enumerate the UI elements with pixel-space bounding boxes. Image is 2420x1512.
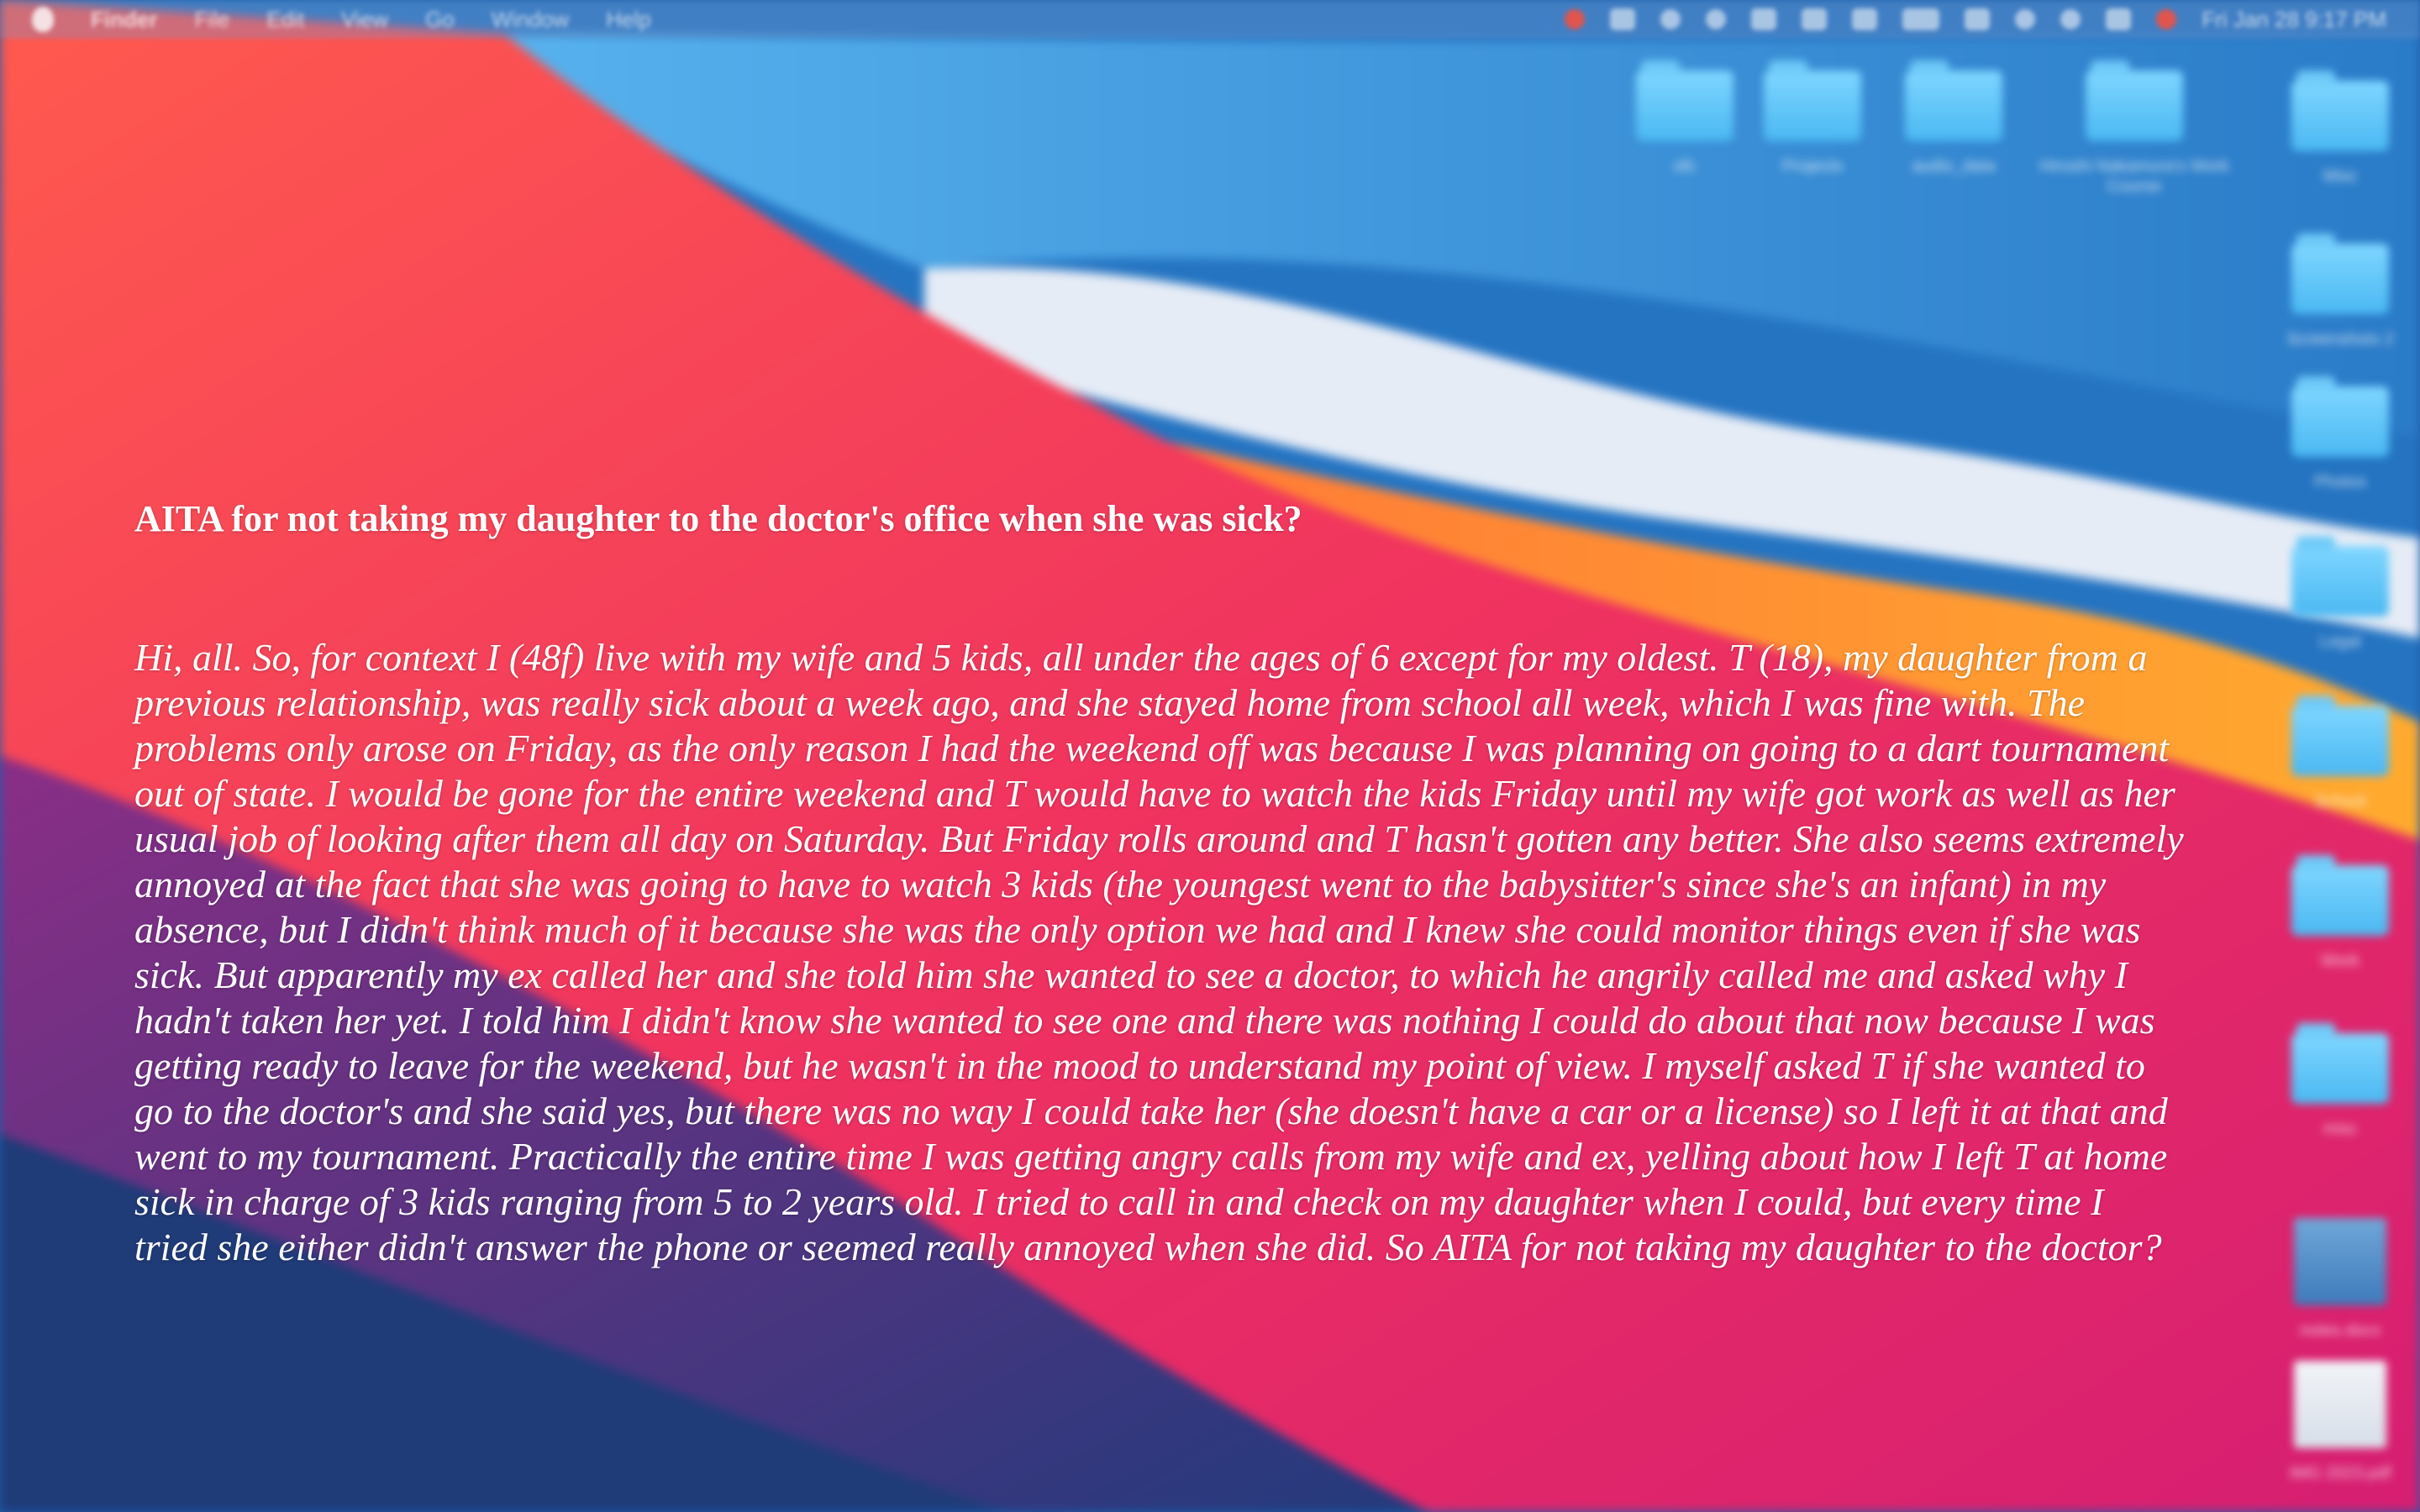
post-content: AITA for not taking my daughter to the d… [134, 496, 2185, 1270]
volume-icon[interactable] [1802, 8, 1828, 30]
folder-icon [2291, 376, 2389, 457]
menu-bar-left: Finder File Edit View Go Window Help [0, 7, 651, 33]
folder-icon [2291, 696, 2389, 776]
sync-status-icon[interactable] [1660, 9, 1681, 29]
menu-clock[interactable]: Fri Jan 28 9:17 PM [2202, 7, 2386, 33]
desktop-document[interactable]: IMG 2023.pdf [2269, 1361, 2412, 1483]
menu-bar-status: Fri Jan 28 9:17 PM [1565, 7, 2420, 33]
folder-icon [2291, 536, 2389, 617]
apple-icon[interactable] [32, 7, 54, 32]
app-status-icon[interactable] [1610, 8, 1636, 30]
desktop-folder[interactable]: Misc [2269, 71, 2412, 186]
clock-status-icon[interactable] [2015, 9, 2036, 29]
desktop-folder[interactable]: Work [2269, 855, 2412, 971]
menu-help[interactable]: Help [606, 7, 650, 33]
menu-edit[interactable]: Edit [266, 7, 304, 33]
bluetooth-icon[interactable] [1852, 8, 1878, 30]
document-icon [2294, 1361, 2386, 1448]
desktop-icon-label: Misc [2323, 167, 2358, 186]
desktop-icon-label: notes.docx [2299, 1321, 2381, 1340]
folder-icon [2291, 71, 2389, 151]
menu-go[interactable]: Go [425, 7, 455, 33]
desktop-icon-label: Photos [2313, 473, 2367, 491]
notification-status-icon[interactable] [1565, 9, 1586, 29]
desktop-document[interactable]: notes.docx [2269, 1218, 2412, 1341]
desktop-icon-label: Projects [1781, 157, 1844, 176]
desktop-folder[interactable]: audio_data [1882, 60, 2025, 176]
desktop-icon-label: ofc [1673, 157, 1697, 176]
folder-icon [1764, 60, 1861, 141]
desktop-folder[interactable]: School [2269, 696, 2412, 811]
document-icon [2294, 1218, 2386, 1305]
desktop-icon-label: misc [2323, 1120, 2358, 1138]
menu-view[interactable]: View [341, 7, 388, 33]
siri-icon[interactable] [2156, 9, 2177, 29]
desktop-folder[interactable]: Screenshots 2 [2269, 234, 2412, 349]
battery-icon[interactable] [1902, 8, 1940, 30]
folder-icon [2291, 1023, 2389, 1104]
desktop-icon-label: audio_data [1912, 157, 1996, 176]
menu-file[interactable]: File [194, 7, 229, 33]
desktop-icon-label: School [2314, 792, 2366, 811]
desktop-icon-label: Screenshots 2 [2286, 330, 2394, 349]
desktop-icon-label: Legal [2319, 633, 2361, 651]
desktop-icon-label: IMG 2023.pdf [2289, 1464, 2391, 1483]
menu-bar: Finder File Edit View Go Window Help Fri… [0, 0, 2420, 39]
desktop-folder[interactable]: Legal [2269, 536, 2412, 652]
folder-icon [1636, 60, 1733, 141]
app-name-menu[interactable]: Finder [91, 7, 157, 33]
wifi-icon[interactable] [1965, 8, 1991, 30]
search-icon[interactable] [2060, 9, 2081, 29]
desktop-folder[interactable]: Photos [2269, 376, 2412, 492]
post-title: AITA for not taking my daughter to the d… [134, 498, 1302, 539]
desktop-icon-label: Hiroshi Nakamura's Work Course [2039, 157, 2229, 196]
desktop-icon-label: Work [2320, 952, 2360, 970]
desktop-folder[interactable]: misc [2269, 1023, 2412, 1139]
folder-icon [2291, 855, 2389, 936]
control-center-icon[interactable] [2106, 8, 2132, 30]
desktop-folder[interactable]: Projects [1741, 60, 1884, 176]
folder-icon [2086, 60, 2183, 141]
vpn-status-icon[interactable] [1706, 9, 1727, 29]
desktop-folder[interactable]: ofc [1613, 60, 1756, 176]
post-body: Hi, all. So, for context I (48f) live wi… [134, 636, 2184, 1268]
desktop-folder[interactable]: Hiroshi Nakamura's Work Course [2033, 60, 2235, 197]
cursor-status-icon[interactable] [1751, 8, 1777, 30]
folder-icon [2291, 234, 2389, 314]
folder-icon [1905, 60, 2002, 141]
menu-window[interactable]: Window [492, 7, 569, 33]
